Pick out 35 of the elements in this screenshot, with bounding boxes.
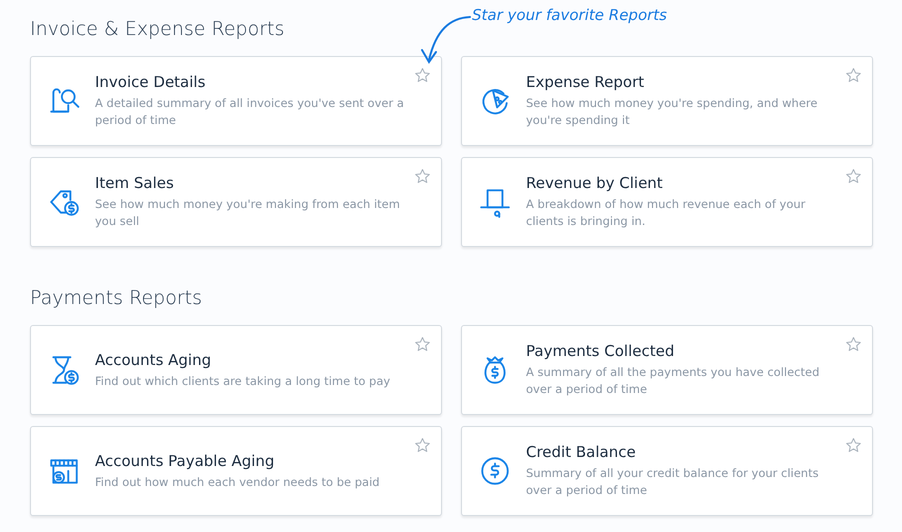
report-title: Accounts Aging [95, 350, 212, 368]
report-title: Invoice Details [95, 73, 206, 91]
report-description: Summary of all your credit balance for your clients over a period of time [526, 465, 820, 499]
report-card[interactable]: Accounts Payable Aging Find out how much each vendor needs to be paid [30, 426, 442, 516]
report-card[interactable]: Credit Balance Summary of all your credit balance for your clients over a period of time [461, 426, 873, 516]
annotation-text: Star your favorite Reports [472, 6, 667, 24]
star-button[interactable] [414, 336, 431, 353]
report-description: See how much money you're making from each item you sell [95, 196, 401, 230]
star-button[interactable] [845, 437, 862, 454]
report-description: A summary of all the payments you have collected over a period of time [526, 364, 820, 398]
report-description: Find out which clients are taking a long time to pay [95, 372, 390, 390]
report-title: Item Sales [95, 174, 174, 192]
report-card[interactable]: Expense Report See how much money you're spending, and where you're spending it [461, 56, 873, 146]
star-button[interactable] [845, 67, 862, 84]
report-description: Find out how much each vendor needs to be paid [95, 474, 380, 490]
star-button[interactable] [414, 437, 431, 454]
report-description: A detailed summary of all invoices you've sent over a period of time [95, 95, 405, 129]
report-card[interactable]: Invoice Details A detailed summary of all invoices you've sent over a period of time [30, 56, 442, 146]
report-description: A breakdown of how much revenue each of your clients is bringing in. [526, 196, 806, 230]
report-card[interactable]: Accounts Aging Find out which clients are taking a long time to pay [30, 325, 442, 415]
report-card[interactable]: Payments Collected A summary of all the payments you have collected over a period of time [461, 325, 873, 415]
report-card[interactable]: Item Sales See how much money you're making from each item you sell [30, 157, 442, 247]
star-button[interactable] [414, 168, 431, 185]
report-card[interactable]: Revenue by Client A breakdown of how much revenue each of your clients is bringing in. [461, 157, 873, 247]
section-title: Payments Reports [30, 286, 202, 311]
section-title: Invoice & Expense Reports [30, 17, 284, 42]
star-button[interactable] [845, 336, 862, 353]
report-title: Revenue by Client [526, 174, 663, 192]
report-description: See how much money you're spending, and where you're spending it [526, 95, 818, 129]
star-button[interactable] [845, 168, 862, 185]
report-title: Expense Report [526, 73, 644, 91]
report-title: Credit Balance [526, 443, 636, 461]
star-button[interactable] [414, 67, 431, 84]
report-title: Payments Collected [526, 342, 674, 360]
report-title: Accounts Payable Aging [95, 452, 274, 470]
